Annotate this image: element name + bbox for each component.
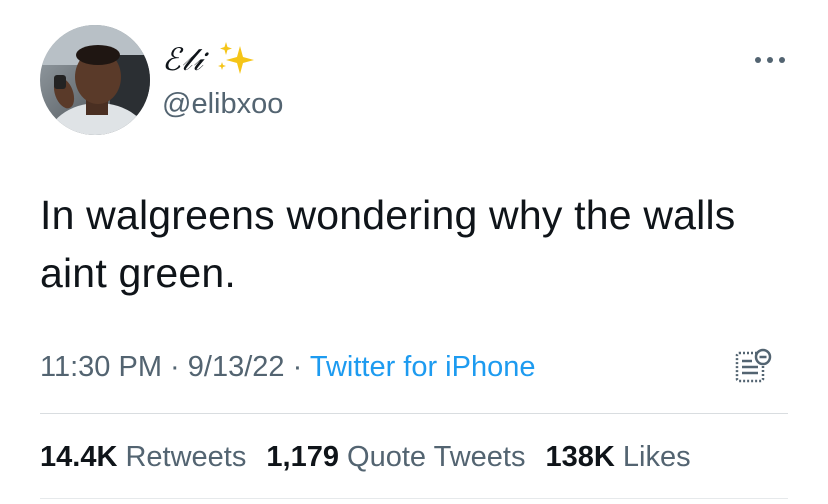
quote-tweets-stat[interactable]: 1,179 Quote Tweets	[266, 441, 525, 473]
user-handle[interactable]: @elibxoo	[162, 86, 283, 122]
tweet-date[interactable]: 9/13/22	[188, 351, 285, 383]
likes-label: Likes	[622, 441, 691, 473]
tweet-card: ℰ𝓁𝒾 @elibxoo In walgreens wondering why …	[0, 0, 828, 504]
tweet-text-line: In walgreens wondering why the walls	[40, 192, 736, 238]
avatar[interactable]	[40, 25, 150, 135]
meta-separator: ·	[292, 351, 303, 383]
retweets-stat[interactable]: 14.4K Retweets	[40, 441, 246, 473]
tweet-source-link[interactable]: Twitter for iPhone	[310, 351, 536, 383]
tweet-meta: 11:30 PM · 9/13/22 · Twitter for iPhone	[40, 348, 535, 386]
tweet-text: In walgreens wondering why the walls ain…	[40, 186, 800, 302]
avatar-image	[40, 25, 150, 135]
meta-separator: ·	[170, 351, 180, 383]
display-name[interactable]: ℰ𝓁𝒾	[162, 40, 204, 80]
retweets-count: 14.4K	[40, 441, 118, 473]
tweet-time[interactable]: 11:30 PM	[40, 351, 162, 383]
retweets-label: Retweets	[125, 441, 247, 473]
tweet-text-line: aint green.	[40, 250, 236, 296]
quote-tweets-label: Quote Tweets	[347, 441, 526, 473]
likes-count: 138K	[545, 441, 615, 473]
more-horizontal-icon[interactable]	[752, 48, 788, 72]
likes-stat[interactable]: 138K Likes	[546, 441, 691, 473]
quote-tweets-count: 1,179	[266, 441, 339, 473]
divider	[40, 498, 788, 499]
analytics-icon[interactable]	[734, 348, 774, 386]
divider	[40, 413, 788, 414]
sparkles-icon	[218, 42, 254, 74]
tweet-stats: 14.4K Retweets 1,179 Quote Tweets 138K L…	[40, 438, 703, 476]
